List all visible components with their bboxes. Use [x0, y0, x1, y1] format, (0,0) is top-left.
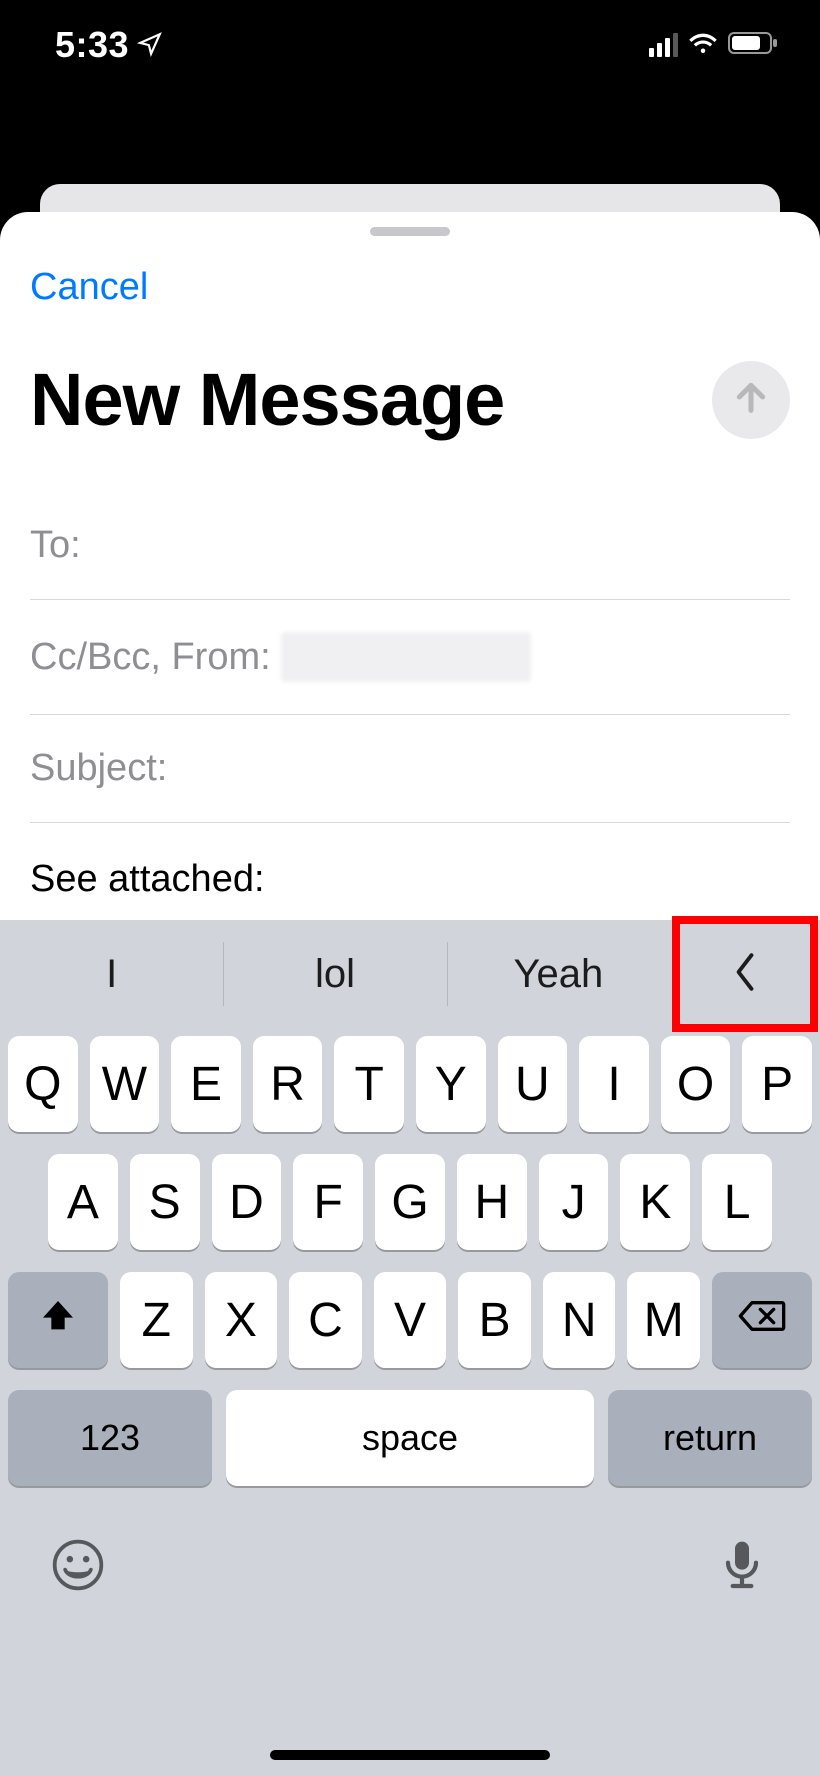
key-row-4: 123 space return — [8, 1390, 812, 1486]
dictation-button[interactable] — [714, 1537, 770, 1598]
cc-bcc-from-label: Cc/Bcc, From: — [30, 636, 271, 679]
key-row-1: Q W E R T Y U I O P — [8, 1036, 812, 1132]
key-x[interactable]: X — [205, 1272, 278, 1368]
key-i[interactable]: I — [579, 1036, 649, 1132]
emoji-button[interactable] — [50, 1537, 106, 1598]
keyboard-bottom-row — [0, 1486, 820, 1638]
arrow-up-icon — [731, 377, 771, 422]
key-g[interactable]: G — [375, 1154, 445, 1250]
suggestion-1[interactable]: I — [0, 920, 223, 1028]
cc-bcc-from-field[interactable]: Cc/Bcc, From: — [30, 600, 790, 715]
key-r[interactable]: R — [253, 1036, 323, 1132]
home-indicator[interactable] — [270, 1750, 550, 1760]
key-m[interactable]: M — [627, 1272, 700, 1368]
wifi-icon — [688, 28, 718, 63]
shift-key[interactable] — [8, 1272, 108, 1368]
shift-icon — [38, 1293, 78, 1348]
compose-sheet: Cancel New Message To: Cc/Bcc, From: Sub… — [0, 212, 820, 1776]
key-v[interactable]: V — [374, 1272, 447, 1368]
key-a[interactable]: A — [48, 1154, 118, 1250]
key-t[interactable]: T — [334, 1036, 404, 1132]
body-line: See attached: — [30, 853, 790, 906]
suggestion-2[interactable]: lol — [223, 920, 446, 1028]
from-value-redacted — [281, 632, 531, 682]
emoji-icon — [50, 1580, 106, 1597]
key-row-3: Z X C V B N M — [8, 1272, 812, 1368]
return-key[interactable]: return — [608, 1390, 812, 1486]
key-p[interactable]: P — [742, 1036, 812, 1132]
compose-title: New Message — [30, 357, 504, 442]
status-time: 5:33 — [55, 24, 129, 66]
suggestion-bar: I lol Yeah — [0, 920, 820, 1028]
key-h[interactable]: H — [457, 1154, 527, 1250]
key-c[interactable]: C — [289, 1272, 362, 1368]
chevron-left-icon — [728, 950, 762, 999]
keyboard: I lol Yeah Q W E R T Y U I O P — [0, 920, 820, 1776]
numbers-key[interactable]: 123 — [8, 1390, 212, 1486]
status-bar: 5:33 — [0, 0, 820, 90]
key-w[interactable]: W — [90, 1036, 160, 1132]
key-o[interactable]: O — [661, 1036, 731, 1132]
key-s[interactable]: S — [130, 1154, 200, 1250]
key-q[interactable]: Q — [8, 1036, 78, 1132]
sheet-grabber[interactable] — [370, 227, 450, 236]
key-d[interactable]: D — [212, 1154, 282, 1250]
key-e[interactable]: E — [171, 1036, 241, 1132]
key-l[interactable]: L — [702, 1154, 772, 1250]
key-z[interactable]: Z — [120, 1272, 193, 1368]
key-n[interactable]: N — [543, 1272, 616, 1368]
key-k[interactable]: K — [620, 1154, 690, 1250]
battery-icon — [728, 30, 780, 61]
key-j[interactable]: J — [539, 1154, 609, 1250]
subject-label: Subject: — [30, 747, 167, 790]
to-field[interactable]: To: — [30, 492, 790, 600]
suggestions-toggle[interactable] — [670, 920, 820, 1028]
location-icon — [137, 24, 163, 66]
backspace-icon — [737, 1293, 787, 1348]
key-f[interactable]: F — [293, 1154, 363, 1250]
send-button[interactable] — [712, 361, 790, 439]
space-key[interactable]: space — [226, 1390, 594, 1486]
key-u[interactable]: U — [498, 1036, 568, 1132]
key-row-2: A S D F G H J K L — [8, 1154, 812, 1250]
microphone-icon — [714, 1580, 770, 1597]
backspace-key[interactable] — [712, 1272, 812, 1368]
to-label: To: — [30, 524, 81, 567]
key-y[interactable]: Y — [416, 1036, 486, 1132]
suggestion-3[interactable]: Yeah — [447, 920, 670, 1028]
background-sheet — [40, 184, 780, 214]
key-b[interactable]: B — [458, 1272, 531, 1368]
cancel-button[interactable]: Cancel — [30, 266, 148, 309]
cellular-signal-icon — [649, 33, 678, 57]
subject-field[interactable]: Subject: — [30, 715, 790, 823]
